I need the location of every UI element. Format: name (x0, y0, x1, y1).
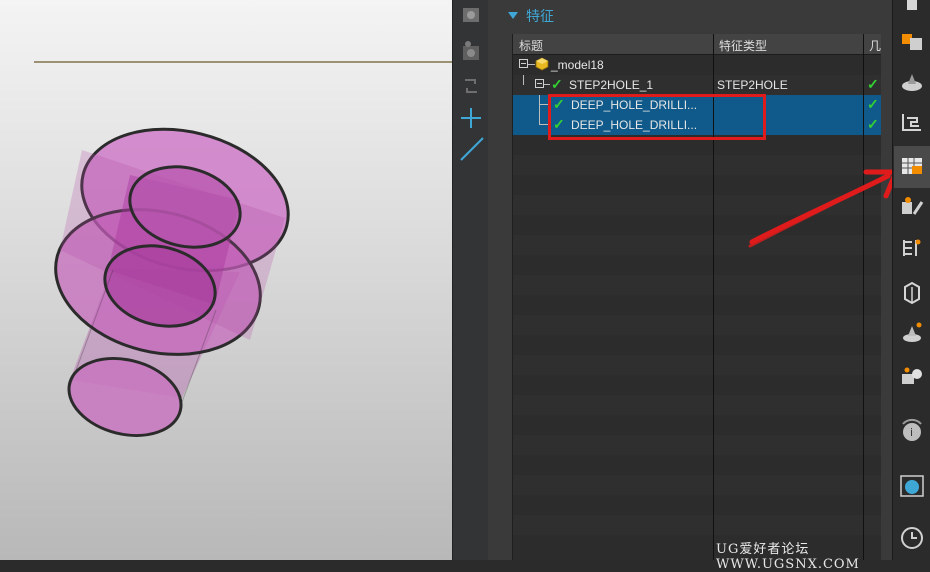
camera-settings-icon[interactable] (457, 38, 485, 66)
check-icon: ✓ (551, 76, 563, 92)
feature-panel: 特征 标题 特征类型 几 _model18 ✓ STEP2HOLE_1 STEP… (488, 0, 892, 560)
part-cube-icon (535, 57, 549, 71)
empty-row (513, 475, 881, 495)
plus-icon[interactable] (457, 104, 485, 132)
feature-table-icon[interactable] (898, 152, 926, 180)
status-check-icon: ✓ (867, 96, 879, 112)
empty-row (513, 275, 881, 295)
tree-row-step2hole[interactable]: ✓ STEP2HOLE_1 STEP2HOLE ✓ (513, 75, 881, 95)
line-icon[interactable] (457, 134, 485, 162)
status-check-icon: ✓ (867, 76, 879, 92)
machining-sequence-icon[interactable] (898, 234, 926, 262)
column-header-title[interactable]: 标题 (519, 37, 543, 54)
table-header: 标题 特征类型 几 (513, 34, 881, 55)
tool-wrench-icon[interactable] (898, 194, 926, 222)
annotation-arrow (748, 169, 899, 248)
info-icon[interactable]: i (898, 416, 926, 444)
feature-type: STEP2HOLE (717, 78, 788, 92)
section-title: 特征 (526, 8, 554, 24)
spindle-icon[interactable] (898, 318, 926, 346)
empty-row (513, 395, 881, 415)
refresh-icon[interactable] (457, 72, 485, 100)
empty-row (513, 315, 881, 335)
tree-label: STEP2HOLE_1 (569, 78, 654, 92)
view-toolbar (452, 0, 489, 560)
collapse-icon[interactable] (535, 79, 544, 88)
tree-row-root[interactable]: _model18 (513, 55, 881, 75)
column-header-type[interactable]: 特征类型 (719, 37, 767, 54)
hole-model[interactable] (40, 109, 303, 447)
collapse-icon[interactable] (519, 59, 528, 68)
camera-icon[interactable] (457, 2, 485, 30)
empty-row (513, 435, 881, 455)
probe-icon[interactable] (898, 362, 926, 390)
part-navigator-icon[interactable] (898, 28, 926, 56)
resource-bar: i (892, 0, 930, 560)
assembly-navigator-icon[interactable] (898, 0, 926, 22)
tree-label: _model18 (551, 58, 604, 72)
web-browser-icon[interactable] (898, 472, 926, 500)
constraint-navigator-icon[interactable] (898, 68, 926, 96)
block-icon[interactable] (898, 278, 926, 306)
graphics-viewport[interactable] (0, 0, 452, 560)
empty-row (513, 515, 881, 535)
empty-row (513, 355, 881, 375)
svg-text:i: i (910, 426, 913, 439)
column-header-extra[interactable]: 几 (869, 37, 881, 54)
section-header[interactable]: 特征 (488, 0, 892, 30)
column-divider[interactable] (863, 34, 864, 560)
hierarchy-icon[interactable] (898, 108, 926, 136)
watermark-text: UG爱好者论坛 WWW.UGSNX.COM (716, 542, 860, 572)
annotation-highlight-box (548, 94, 766, 140)
status-check-icon: ✓ (867, 116, 879, 132)
collapse-triangle-icon[interactable] (508, 12, 518, 19)
